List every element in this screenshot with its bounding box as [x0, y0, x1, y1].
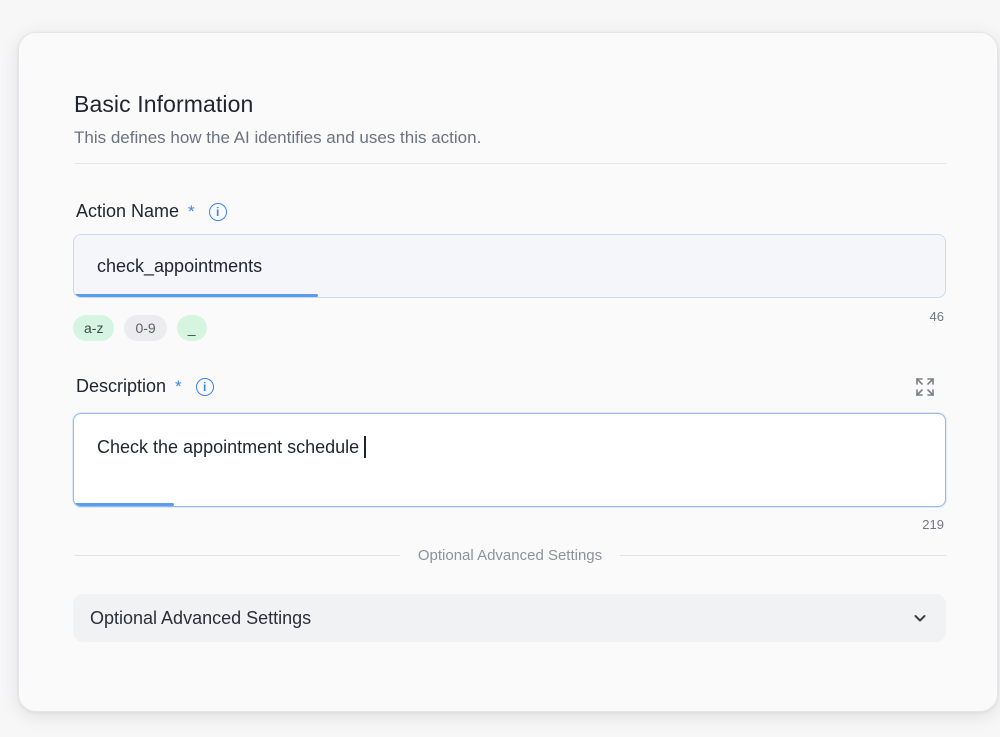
action-name-label: Action Name * i: [76, 201, 227, 222]
section-divider: [74, 163, 946, 164]
advanced-settings-accordion-label: Optional Advanced Settings: [90, 607, 312, 628]
basic-information-card: Basic Information This defines how the A…: [18, 32, 998, 712]
advanced-settings-divider-text: Optional Advanced Settings: [417, 546, 603, 564]
action-name-progress-bar: [74, 294, 318, 297]
description-char-counter: 219: [922, 517, 944, 532]
action-name-value[interactable]: check_appointments: [97, 256, 262, 277]
section-title: Basic Information: [74, 91, 254, 117]
action-name-label-text: Action Name: [76, 201, 180, 221]
allowed-characters-chips: a-z 0-9 _: [73, 315, 207, 341]
required-marker: *: [175, 376, 182, 396]
advanced-settings-divider: Optional Advanced Settings: [74, 543, 947, 567]
chip-underscore: _: [176, 315, 207, 341]
advanced-settings-accordion[interactable]: Optional Advanced Settings: [73, 594, 946, 642]
description-value-wrap[interactable]: Check the appointment schedule: [97, 436, 366, 458]
chevron-down-icon[interactable]: [912, 610, 928, 626]
section-subtitle: This defines how the AI identifies and u…: [74, 128, 482, 147]
info-circle-icon[interactable]: i: [195, 377, 214, 396]
divider-line-left: [74, 554, 400, 556]
action-name-input[interactable]: check_appointments: [73, 234, 946, 298]
action-name-char-counter: 46: [929, 309, 944, 324]
description-label: Description * i: [76, 376, 214, 397]
text-caret: [364, 436, 366, 458]
divider-line-right: [620, 554, 947, 556]
chip-lowercase: a-z: [73, 315, 115, 341]
expand-icon[interactable]: [914, 376, 936, 398]
description-value[interactable]: Check the appointment schedule: [97, 437, 359, 458]
description-label-text: Description: [76, 376, 167, 396]
required-marker: *: [188, 201, 195, 221]
chip-digits: 0-9: [124, 315, 167, 341]
description-progress-bar: [74, 503, 175, 506]
info-circle-icon[interactable]: i: [208, 202, 227, 221]
description-textarea[interactable]: Check the appointment schedule: [73, 413, 946, 507]
